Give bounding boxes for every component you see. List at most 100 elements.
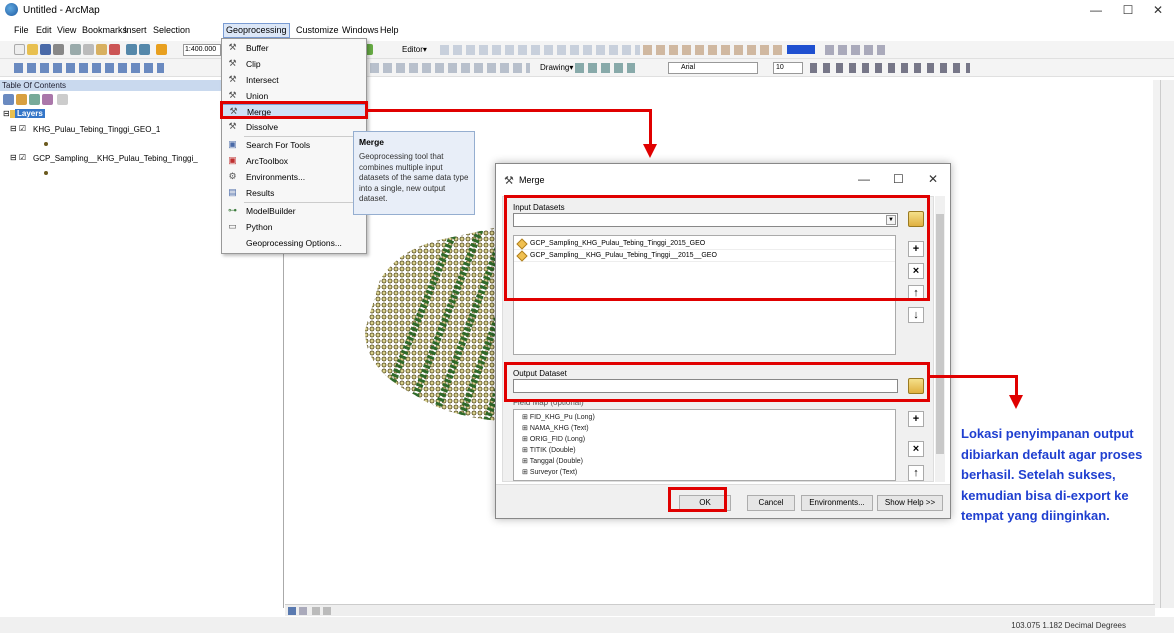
editor-menu[interactable]: Editor▾	[402, 45, 427, 54]
annotation-arrow-icon	[1009, 395, 1023, 409]
font-size-select[interactable]: 10	[773, 62, 803, 74]
navigation-tools-strip[interactable]	[14, 63, 164, 73]
layers-root[interactable]: Layers	[15, 109, 45, 118]
menu-item-environments[interactable]: ⚙ Environments...	[222, 170, 366, 184]
list-by-source-icon[interactable]	[16, 94, 27, 105]
menu-item-label: Python	[246, 222, 273, 232]
collapse-icon[interactable]: ⊟	[3, 109, 10, 118]
layer-name-1[interactable]: KHG_Pulau_Tebing_Tinggi_GEO_1	[33, 125, 160, 134]
menu-item-label: Buffer	[246, 43, 269, 53]
show-help-button[interactable]: Show Help >>	[877, 495, 943, 511]
menu-item-python[interactable]: ▭ Python	[222, 220, 366, 234]
dialog-maximize-button[interactable]: ☐	[893, 172, 904, 186]
field-map-row[interactable]: ⊞ FID_KHG_Pu (Long)	[522, 413, 595, 421]
layer-checkbox-1[interactable]: ⊟ ☑	[10, 124, 26, 133]
menu-selection[interactable]: Selection	[153, 25, 190, 35]
add-data-icon[interactable]	[156, 44, 167, 55]
add-field-button[interactable]: +	[908, 411, 924, 427]
list-by-visibility-icon[interactable]	[29, 94, 40, 105]
move-down-button[interactable]: ↓	[908, 307, 924, 323]
annotation-text: Lokasi penyimpanan output dibiarkan defa…	[961, 426, 1143, 523]
dialog-title: Merge	[519, 175, 545, 185]
drawing-menu[interactable]: Drawing▾	[540, 63, 573, 72]
menu-item-label: ArcToolbox	[246, 156, 289, 166]
misc-tools-strip[interactable]	[825, 45, 885, 55]
move-field-up-button[interactable]: ↑	[908, 465, 924, 481]
delete-icon[interactable]	[109, 44, 120, 55]
font-name-select[interactable]: Arial	[668, 62, 758, 74]
environments-button[interactable]: Environments...	[801, 495, 873, 511]
map-vertical-scrollbar[interactable]	[1153, 80, 1160, 608]
modelbuilder-icon: ⊶	[228, 205, 237, 215]
options-icon[interactable]	[57, 94, 68, 105]
table-tools-strip[interactable]	[643, 45, 783, 55]
close-button[interactable]: ✕	[1143, 2, 1173, 18]
dialog-close-button[interactable]: ✕	[928, 172, 938, 186]
layer-checkbox-2[interactable]: ⊟ ☑	[10, 153, 26, 162]
cut-icon[interactable]	[70, 44, 81, 55]
new-document-icon[interactable]	[14, 44, 25, 55]
toolbox-icon: ▣	[228, 155, 237, 165]
menu-geoprocessing[interactable]: Geoprocessing	[223, 23, 290, 38]
menu-help[interactable]: Help	[380, 25, 399, 35]
hammer-icon: ⚒	[228, 74, 237, 84]
menu-item-buffer[interactable]: ⚒ Buffer	[222, 41, 366, 55]
list-by-drawing-order-icon[interactable]	[3, 94, 14, 105]
merge-highlight-box	[220, 101, 368, 119]
field-map-row[interactable]: ⊞ Tanggal (Double)	[522, 457, 583, 465]
editing-tools-strip[interactable]	[440, 45, 640, 55]
save-icon[interactable]	[40, 44, 51, 55]
data-view-icon[interactable]	[288, 607, 296, 615]
menu-insert[interactable]: Insert	[124, 25, 147, 35]
menu-item-clip[interactable]: ⚒ Clip	[222, 57, 366, 71]
drawing-tools-strip[interactable]	[575, 63, 635, 73]
snapping-tools-strip[interactable]	[370, 63, 530, 73]
field-map-row[interactable]: ⊞ NAMA_KHG (Text)	[522, 424, 589, 432]
menu-item-geoprocessing-options[interactable]: Geoprocessing Options...	[222, 236, 366, 250]
minimize-button[interactable]: —	[1081, 2, 1111, 18]
menu-item-arctoolbox[interactable]: ▣ ArcToolbox	[222, 154, 366, 168]
search-window-icon: ▣	[228, 139, 237, 149]
open-folder-icon[interactable]	[27, 44, 38, 55]
maximize-button[interactable]: ☐	[1113, 2, 1143, 18]
layer-name-2[interactable]: GCP_Sampling__KHG_Pulau_Tebing_Tinggi_	[33, 154, 198, 163]
menu-item-label: Environments...	[246, 172, 306, 182]
field-map-row[interactable]: ⊞ Surveyor (Text)	[522, 468, 577, 476]
field-map-row[interactable]: ⊞ ORIG_FID (Long)	[522, 435, 585, 443]
merge-tooltip: Merge Geoprocessing tool that combines m…	[353, 131, 475, 215]
menu-customize[interactable]: Customize	[296, 25, 339, 35]
field-map-row[interactable]: ⊞ TITIK (Double)	[522, 446, 576, 454]
layout-view-icon[interactable]	[299, 607, 307, 615]
print-icon[interactable]	[53, 44, 64, 55]
menu-windows[interactable]: Windows	[342, 25, 379, 35]
menu-item-search-for-tools[interactable]: ▣ Search For Tools	[222, 138, 366, 152]
pause-drawing-icon[interactable]	[323, 607, 331, 615]
text-format-tools-strip[interactable]	[810, 63, 970, 73]
menu-item-label: Results	[246, 188, 275, 198]
menu-file[interactable]: File	[14, 25, 29, 35]
refresh-icon[interactable]	[312, 607, 320, 615]
menu-edit[interactable]: Edit	[36, 25, 52, 35]
menu-item-results[interactable]: ▤ Results	[222, 186, 366, 200]
dialog-scrollbar-thumb[interactable]	[936, 214, 944, 454]
list-by-selection-icon[interactable]	[42, 94, 53, 105]
map-scale-input[interactable]: 1:400.000	[183, 44, 221, 56]
paste-icon[interactable]	[96, 44, 107, 55]
copy-icon[interactable]	[83, 44, 94, 55]
map-horizontal-scrollbar[interactable]	[285, 604, 1155, 616]
menu-bookmarks[interactable]: Bookmarks	[82, 25, 127, 35]
menu-item-label: Union	[246, 91, 269, 101]
menu-bar: File Edit View Bookmarks Insert Selectio…	[0, 23, 1174, 38]
menu-item-intersect[interactable]: ⚒ Intersect	[222, 73, 366, 87]
color-swatch-icon[interactable]	[787, 45, 815, 54]
menu-item-dissolve[interactable]: ⚒ Dissolve	[222, 120, 366, 134]
menu-view[interactable]: View	[57, 25, 76, 35]
remove-field-button[interactable]: ×	[908, 441, 924, 457]
undo-icon[interactable]	[126, 44, 137, 55]
field-name: Tanggal (Double)	[529, 458, 583, 465]
cancel-button[interactable]: Cancel	[747, 495, 795, 511]
docked-windows-strip[interactable]	[1160, 80, 1174, 608]
menu-item-modelbuilder[interactable]: ⊶ ModelBuilder	[222, 204, 366, 218]
redo-icon[interactable]	[139, 44, 150, 55]
dialog-minimize-button[interactable]: —	[858, 172, 870, 186]
